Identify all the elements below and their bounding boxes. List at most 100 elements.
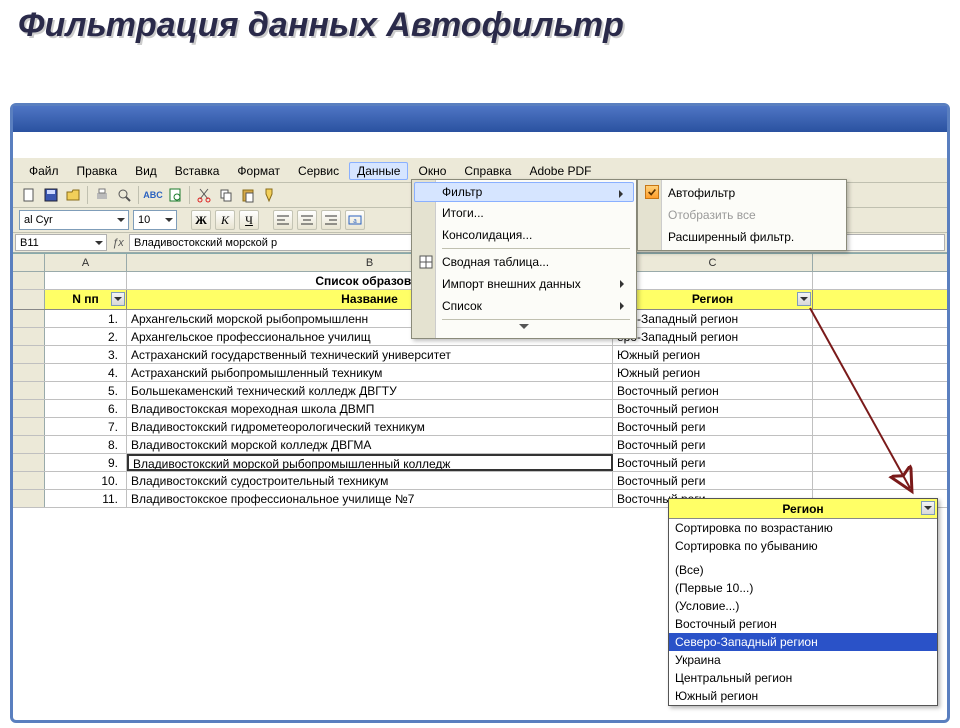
cell-n[interactable]: 9. (45, 454, 127, 471)
cell-name[interactable]: Владивостокский морской колледж ДВГМА (127, 436, 613, 453)
align-right-icon[interactable] (321, 210, 341, 230)
cell-region[interactable]: Восточный реги (613, 472, 813, 489)
cell-name[interactable]: Астраханский государственный технический… (127, 346, 613, 363)
font-name-dropdown[interactable]: al Cyr (19, 210, 129, 230)
submenu-show-all: Отобразить все (640, 204, 844, 226)
af-opt-east[interactable]: Восточный регион (669, 615, 937, 633)
af-sort-desc[interactable]: Сортировка по убыванию (669, 537, 937, 555)
table-row: 9.Владивостокский морской рыбопромышленн… (13, 454, 947, 472)
af-sort-asc[interactable]: Сортировка по возрастанию (669, 519, 937, 537)
menu-help[interactable]: Справка (456, 162, 519, 180)
cell-name[interactable]: Владивостокский судостроительный технику… (127, 472, 613, 489)
font-size-dropdown[interactable]: 10 (133, 210, 177, 230)
col-header-C[interactable]: C (613, 254, 813, 271)
af-opt-central[interactable]: Центральный регион (669, 669, 937, 687)
cell-name[interactable]: Владивостокская мореходная школа ДВМП (127, 400, 613, 417)
menu-item-pivot[interactable]: Сводная таблица... (414, 251, 634, 273)
menu-expand-chevron[interactable] (414, 322, 634, 336)
paste-icon[interactable] (238, 185, 258, 205)
menu-item-subtotals[interactable]: Итоги... (414, 202, 634, 224)
menu-item-list[interactable]: Список (414, 295, 634, 317)
cell-n[interactable]: 7. (45, 418, 127, 435)
copy-icon[interactable] (216, 185, 236, 205)
cell-n[interactable]: 5. (45, 382, 127, 399)
cell-name[interactable]: Владивостокский морской рыбопромышленный… (127, 454, 613, 471)
filter-submenu: Автофильтр Отобразить все Расширенный фи… (637, 179, 847, 251)
research-icon[interactable] (165, 185, 185, 205)
cell-n[interactable]: 2. (45, 328, 127, 345)
col-header-A[interactable]: A (45, 254, 127, 271)
menu-format[interactable]: Формат (229, 162, 288, 180)
new-doc-icon[interactable] (19, 185, 39, 205)
cell-n[interactable]: 3. (45, 346, 127, 363)
menu-view[interactable]: Вид (127, 162, 165, 180)
cell-name[interactable]: Владивостокское профессиональное училище… (127, 490, 613, 507)
menu-item-filter[interactable]: Фильтр (414, 182, 634, 202)
cell-name[interactable]: Большекаменский технический колледж ДВГТ… (127, 382, 613, 399)
cell-region[interactable]: Восточный регион (613, 382, 813, 399)
filter-arrow-n[interactable] (111, 292, 125, 306)
open-icon[interactable] (63, 185, 83, 205)
cell-n[interactable]: 1. (45, 310, 127, 327)
cell-n[interactable]: 6. (45, 400, 127, 417)
menu-window[interactable]: Окно (410, 162, 454, 180)
cell-region[interactable]: Южный регион (613, 364, 813, 381)
menu-item-consolidate[interactable]: Консолидация... (414, 224, 634, 246)
menu-data[interactable]: Данные (349, 162, 408, 180)
cut-icon[interactable] (194, 185, 214, 205)
cell-n[interactable]: 8. (45, 436, 127, 453)
cell-region[interactable]: Восточный реги (613, 436, 813, 453)
cell-region[interactable]: еро-Западный регион (613, 328, 813, 345)
filter-arrow-region[interactable] (797, 292, 811, 306)
cell-n[interactable]: 11. (45, 490, 127, 507)
cell-name[interactable]: Владивостокский гидрометеорологический т… (127, 418, 613, 435)
cell-n[interactable]: 4. (45, 364, 127, 381)
print-icon[interactable] (92, 185, 112, 205)
table-row: 4.Астраханский рыбопромышленный техникум… (13, 364, 947, 382)
table-row: 6.Владивостокская мореходная школа ДВМПВ… (13, 400, 947, 418)
autofilter-header-arrow[interactable] (921, 501, 935, 515)
autofilter-list: Сортировка по возрастанию Сортировка по … (669, 519, 937, 705)
format-painter-icon[interactable] (260, 185, 280, 205)
align-left-icon[interactable] (273, 210, 293, 230)
window-titlebar (13, 106, 947, 132)
preview-icon[interactable] (114, 185, 134, 205)
table-row: 5.Большекаменский технический колледж ДВ… (13, 382, 947, 400)
fx-icon[interactable]: ƒx (109, 233, 127, 252)
af-top10[interactable]: (Первые 10...) (669, 579, 937, 597)
submenu-advanced-filter[interactable]: Расширенный фильтр. (640, 226, 844, 248)
table-row: 10.Владивостокский судостроительный техн… (13, 472, 947, 490)
cell-region[interactable]: Восточный регион (613, 400, 813, 417)
menu-item-import-external[interactable]: Импорт внешних данных (414, 273, 634, 295)
menu-file[interactable]: Файл (21, 162, 67, 180)
menu-insert[interactable]: Вставка (167, 162, 228, 180)
underline-button[interactable]: Ч (239, 210, 259, 230)
autofilter-header: Регион (669, 499, 937, 519)
header-n: N пп (45, 290, 127, 309)
menu-edit[interactable]: Правка (69, 162, 126, 180)
submenu-autofilter[interactable]: Автофильтр (640, 182, 844, 204)
name-box[interactable]: B11 (15, 234, 107, 251)
italic-button[interactable]: К (215, 210, 235, 230)
af-all[interactable]: (Все) (669, 561, 937, 579)
header-region: Регион (613, 290, 813, 309)
cell-region[interactable]: Восточный реги (613, 418, 813, 435)
menu-adobe-pdf[interactable]: Adobe PDF (521, 162, 599, 180)
af-custom[interactable]: (Условие...) (669, 597, 937, 615)
cell-region[interactable]: Южный регион (613, 346, 813, 363)
menu-tools[interactable]: Сервис (290, 162, 347, 180)
bold-button[interactable]: Ж (191, 210, 211, 230)
save-icon[interactable] (41, 185, 61, 205)
af-opt-ukraine[interactable]: Украина (669, 651, 937, 669)
align-center-icon[interactable] (297, 210, 317, 230)
merge-center-icon[interactable]: a (345, 210, 365, 230)
af-opt-northwest[interactable]: Северо-Западный регион (669, 633, 937, 651)
spellcheck-icon[interactable]: ABC (143, 185, 163, 205)
cell-region[interactable]: Восточный реги (613, 454, 813, 471)
cell-region[interactable]: еро-Западный регион (613, 310, 813, 327)
cell-n[interactable]: 10. (45, 472, 127, 489)
svg-text:a: a (353, 216, 357, 225)
af-opt-south[interactable]: Южный регион (669, 687, 937, 705)
cell-name[interactable]: Астраханский рыбопромышленный техникум (127, 364, 613, 381)
table-row: 7.Владивостокский гидрометеорологический… (13, 418, 947, 436)
